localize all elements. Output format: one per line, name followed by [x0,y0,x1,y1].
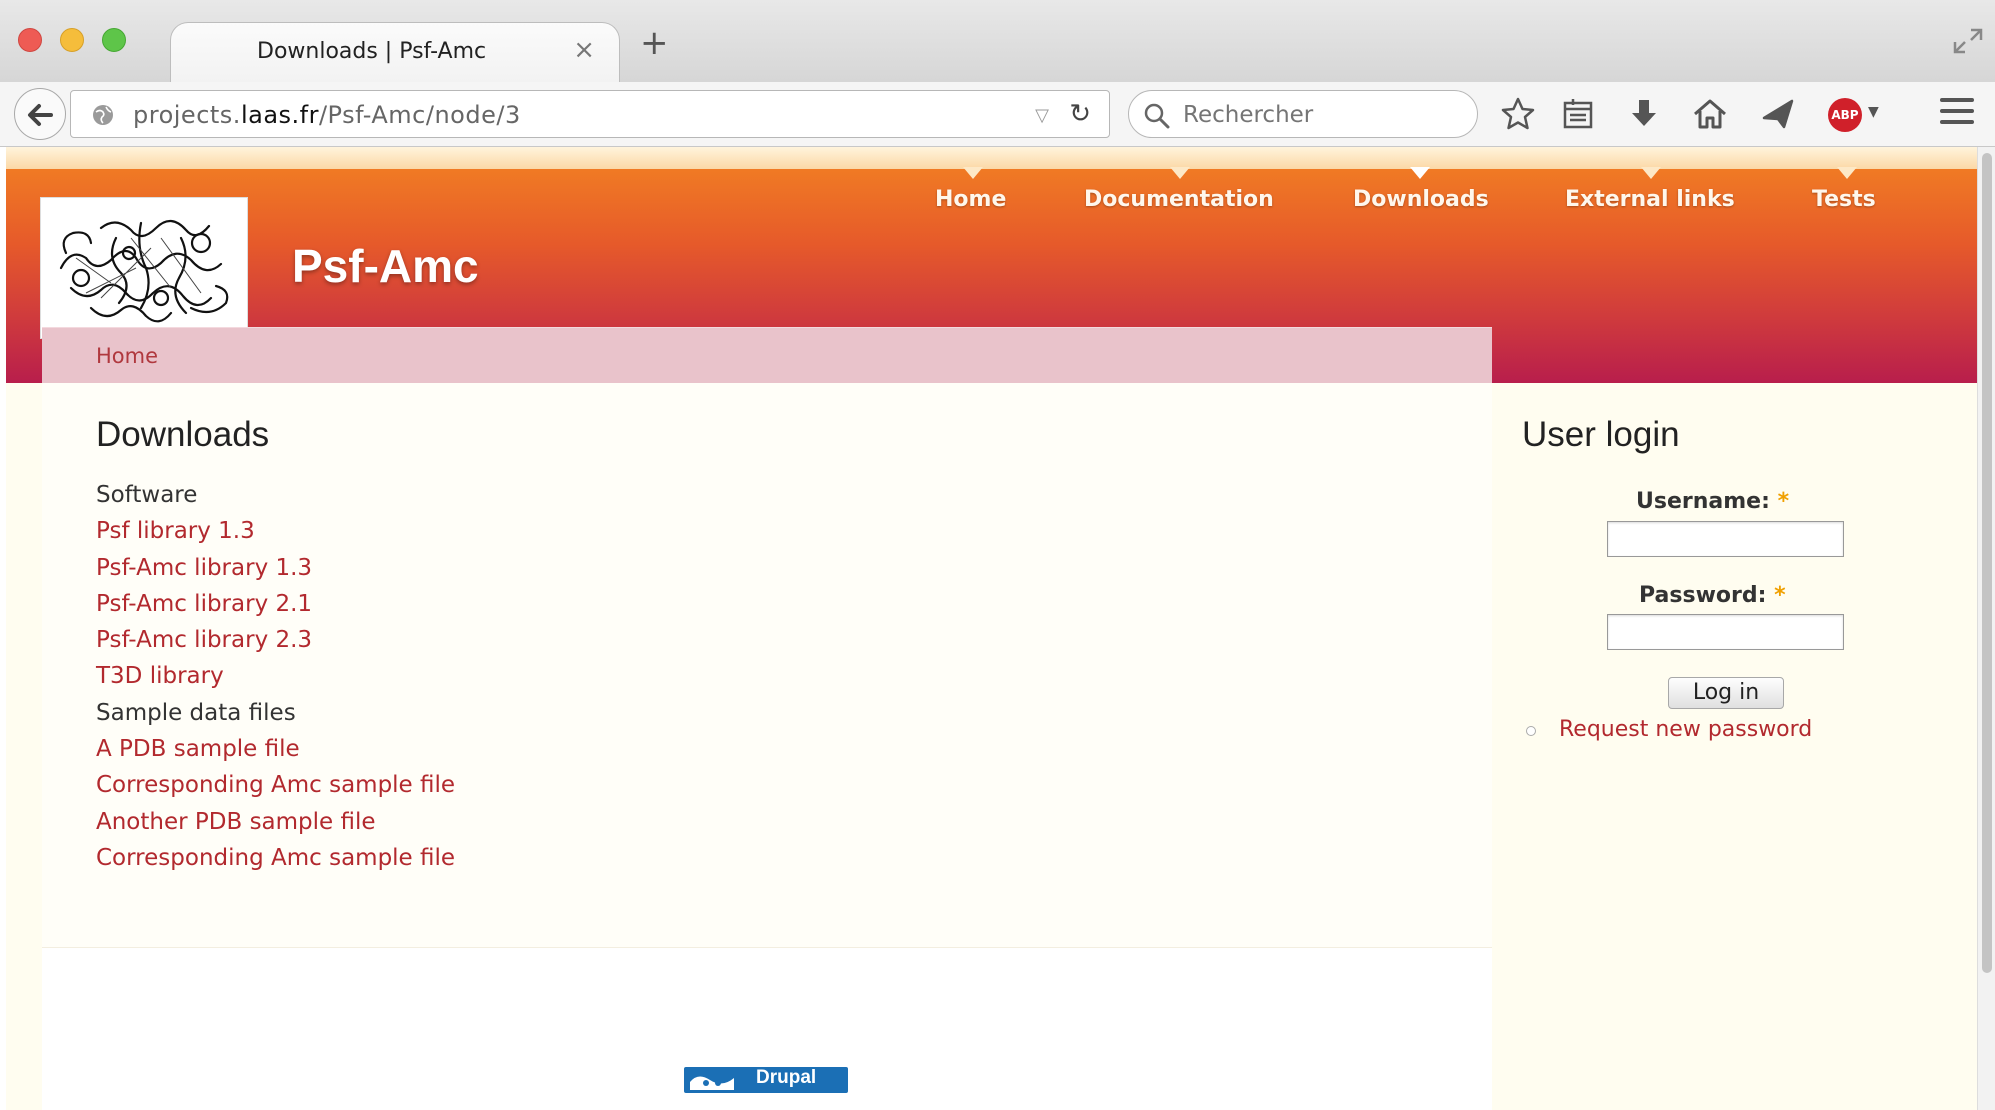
required-marker: * [1774,583,1786,608]
bookmark-star-icon[interactable] [1500,96,1536,132]
adblock-dropdown-icon[interactable]: ▼ [1868,104,1879,120]
back-arrow-icon [28,104,53,126]
download-link-amc-sample[interactable]: Corresponding Amc sample file [96,767,455,803]
vertical-scrollbar[interactable] [1977,147,1995,1110]
url-history-dropdown-icon[interactable]: ▽ [1035,105,1049,126]
nav-documentation[interactable]: Documentation [1084,187,1274,212]
tab-downloads[interactable]: Downloads | Psf-Amc × [170,22,620,84]
download-link-pdb-sample[interactable]: A PDB sample file [96,731,455,767]
list-heading-sample-data: Sample data files [96,699,296,726]
nav-downloads[interactable]: Downloads [1353,187,1489,212]
downloads-list: Software Psf library 1.3 Psf-Amc library… [96,477,455,876]
powered-by-drupal-badge[interactable]: Drupal [684,1067,848,1093]
site-name[interactable]: Psf-Amc [292,239,479,293]
site-logo[interactable] [40,197,248,339]
tab-bar: Downloads | Psf-Amc × + [0,0,1995,84]
page-viewport: Psf-Amc Home Documentation Downloads Ext… [0,147,1995,1110]
download-link-another-pdb-sample[interactable]: Another PDB sample file [96,804,455,840]
nav-marker-home-icon [963,167,983,179]
drupal-badge-label: Drupal [756,1067,817,1088]
tab-close-icon[interactable]: × [573,35,595,65]
bullet-icon [1526,726,1536,736]
reading-list-icon[interactable] [1560,96,1596,132]
required-marker: * [1777,489,1790,514]
nav-external-links[interactable]: External links [1565,187,1735,212]
new-tab-button[interactable]: + [640,26,669,60]
protein-structure-logo [59,219,229,323]
download-icon[interactable] [1626,96,1662,132]
zoom-window-button[interactable] [102,28,126,52]
password-field[interactable] [1607,614,1844,650]
fullscreen-icon[interactable] [1951,26,1985,56]
page-title: Downloads [96,415,270,454]
nav-home[interactable]: Home [935,187,1006,212]
nav-marker-documentation-icon [1170,167,1190,179]
drupal-logo-icon [690,1076,734,1090]
share-send-icon[interactable] [1760,96,1796,132]
navigation-toolbar: projects.laas.fr/Psf-Amc/node/3 ▽ ↻ Rech… [0,82,1995,147]
nav-marker-tests-icon [1837,167,1857,179]
request-new-password-link[interactable]: Request new password [1559,717,1812,742]
nav-marker-downloads-icon [1410,167,1430,179]
hamburger-menu-icon[interactable] [1940,98,1974,128]
back-button[interactable] [14,88,66,140]
download-link-amc-sample-2[interactable]: Corresponding Amc sample file [96,840,455,876]
url-bar[interactable]: projects.laas.fr/Psf-Amc/node/3 ▽ ↻ [70,90,1110,138]
scrollbar-thumb[interactable] [1982,153,1992,973]
adblock-plus-icon[interactable]: ABP [1828,98,1862,132]
close-window-button[interactable] [18,28,42,52]
list-heading-software: Software [96,482,198,508]
download-link-psf-amc-1-3[interactable]: Psf-Amc library 1.3 [96,550,455,586]
download-link-psf-amc-2-1[interactable]: Psf-Amc library 2.1 [96,586,455,622]
username-field[interactable] [1607,521,1844,557]
breadcrumb-home-link[interactable]: Home [96,344,158,368]
search-icon [1144,103,1170,129]
nav-tests[interactable]: Tests [1812,187,1876,212]
log-in-button[interactable]: Log in [1668,677,1784,709]
breadcrumb: Home [42,327,1492,383]
minimize-window-button[interactable] [60,28,84,52]
home-icon[interactable] [1692,96,1728,132]
header-top-strip [6,147,1977,169]
globe-icon [93,105,113,125]
search-bar[interactable] [1128,90,1478,138]
url-text[interactable]: projects.laas.fr/Psf-Amc/node/3 [133,101,521,129]
download-link-psf-1-3[interactable]: Psf library 1.3 [96,513,455,549]
tab-title: Downloads | Psf-Amc [257,39,487,64]
login-block-title: User login [1522,415,1680,454]
search-input[interactable] [1181,101,1461,129]
password-label: Password: * [1639,583,1786,608]
download-link-psf-amc-2-3[interactable]: Psf-Amc library 2.3 [96,622,455,658]
browser-window: Downloads | Psf-Amc × + projects.laas.fr… [0,0,1995,1110]
username-label: Username: * [1636,489,1790,514]
reload-icon[interactable]: ↻ [1069,99,1091,129]
nav-marker-external-links-icon [1641,167,1661,179]
download-link-t3d-library[interactable]: T3D library [96,658,455,694]
